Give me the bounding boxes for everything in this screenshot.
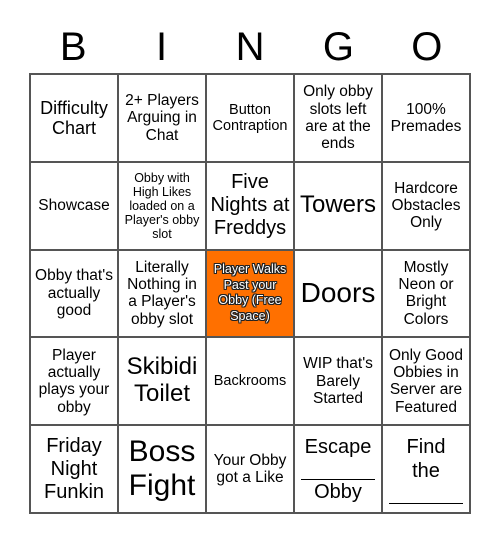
bingo-cell[interactable]: 100% Premades [382, 74, 470, 162]
bingo-cell[interactable]: Doors [294, 249, 382, 338]
bingo-cell[interactable]: Hardcore Obstacles Only [382, 161, 470, 250]
bingo-cell[interactable]: Only Good Obbies in Server are Featured [382, 337, 470, 426]
cell-text: Showcase [38, 197, 110, 215]
escape-blank-obby: Escape Obby [301, 435, 375, 504]
cell-text: Button Contraption [212, 101, 288, 134]
bingo-cell[interactable]: Showcase [30, 161, 118, 250]
cell-text: Only Good Obbies in Server are Featured [388, 346, 464, 416]
bingo-cell[interactable]: 2+ Players Arguing in Chat [118, 74, 206, 162]
bingo-cell[interactable]: Friday Night Funkin [30, 425, 118, 513]
cell-text: Your Obby got a Like [213, 451, 287, 487]
header-letter-b: B [59, 25, 87, 69]
bingo-cell[interactable]: Obby that's actually good [30, 249, 118, 338]
cell-text: 100% Premades [390, 100, 462, 135]
bingo-cell[interactable]: Backrooms [206, 337, 294, 426]
fill-in-blank-line [389, 483, 463, 504]
bingo-header: B I N G O [29, 22, 471, 72]
cell-text: Player actually plays your obby [38, 346, 110, 416]
bingo-cell[interactable]: Button Contraption [206, 74, 294, 162]
cell-text: 2+ Players Arguing in Chat [125, 91, 199, 144]
cell-text: Hardcore Obstacles Only [391, 179, 461, 232]
bingo-cell[interactable]: Difficulty Chart [30, 74, 118, 162]
bingo-cell[interactable]: Your Obby got a Like [206, 425, 294, 513]
bingo-cell[interactable]: Skibidi Toilet [118, 337, 206, 426]
header-letter-i: I [156, 25, 168, 69]
free-space-cell[interactable]: Player Walks Past your Obby (Free Space) [206, 249, 294, 338]
bingo-cell[interactable]: Only obby slots left are at the ends [294, 74, 382, 162]
bingo-cell[interactable]: Escape Obby [294, 425, 382, 513]
bingo-cell[interactable]: Five Nights at Freddys [206, 161, 294, 250]
cell-text-top: Find the [406, 435, 446, 482]
cell-text: Literally Nothing in a Player's obby slo… [127, 258, 197, 328]
bingo-cell[interactable]: Towers [294, 161, 382, 250]
cell-text: Boss Fight [128, 434, 196, 503]
cell-text: Friday Night Funkin [43, 434, 105, 503]
bingo-cell[interactable]: Obby with High Likes loaded on a Player'… [118, 161, 206, 250]
header-letter-n: N [235, 25, 265, 69]
header-letter-g: G [322, 25, 354, 69]
cell-text: Backrooms [213, 373, 287, 390]
cell-text: Obby that's actually good [35, 267, 113, 320]
bingo-cell[interactable]: Find the [382, 425, 470, 513]
bingo-cell[interactable]: Literally Nothing in a Player's obby slo… [118, 249, 206, 338]
cell-text: Mostly Neon or Bright Colors [398, 258, 454, 328]
cell-text: Obby with High Likes loaded on a Player'… [124, 170, 200, 241]
cell-text-top: Escape [304, 435, 372, 458]
header-letter-o: O [411, 25, 443, 69]
cell-text: Only obby slots left are at the ends [303, 83, 373, 153]
bingo-cell[interactable]: Mostly Neon or Bright Colors [382, 249, 470, 338]
bingo-grid: Difficulty Chart 2+ Players Arguing in C… [29, 73, 471, 514]
cell-text: WIP that's Barely Started [303, 355, 373, 407]
free-space-text: Player Walks Past your Obby (Free Space) [213, 262, 287, 324]
bingo-cell[interactable]: Boss Fight [118, 425, 206, 513]
cell-text-bottom: Obby [314, 480, 362, 503]
find-the-blank: Find the [389, 435, 463, 504]
bingo-cell[interactable]: Player actually plays your obby [30, 337, 118, 426]
cell-text: Towers [299, 191, 377, 219]
cell-text: Five Nights at Freddys [210, 171, 290, 240]
cell-text: Skibidi Toilet [126, 353, 198, 408]
cell-text: Doors [300, 277, 376, 309]
fill-in-blank-line [301, 459, 375, 480]
bingo-cell[interactable]: WIP that's Barely Started [294, 337, 382, 426]
cell-text: Difficulty Chart [40, 97, 108, 138]
